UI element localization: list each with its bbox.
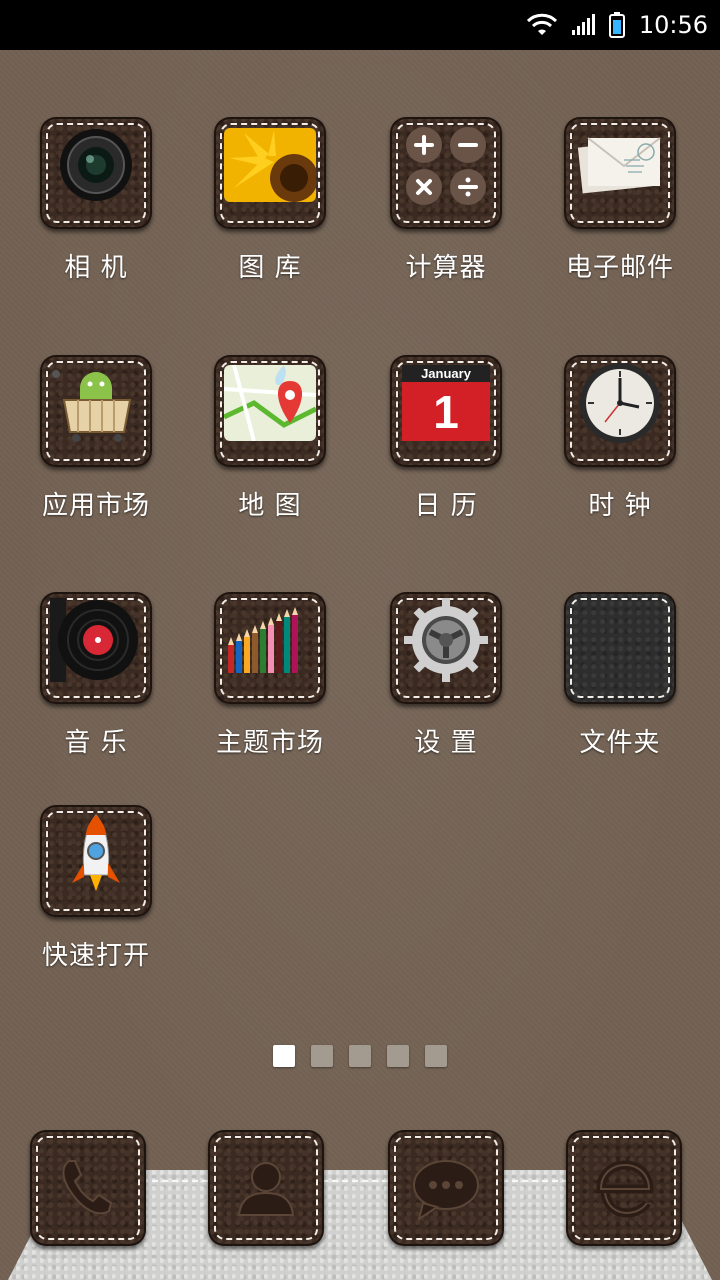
- settings-icon: [400, 598, 492, 682]
- phone-icon: [44, 1144, 132, 1232]
- calendar-day: 1: [402, 382, 490, 441]
- gallery-icon: [224, 127, 316, 203]
- page-dot-2[interactable]: [311, 1045, 333, 1067]
- dock-browser[interactable]: [566, 1130, 682, 1246]
- page-dot-4[interactable]: [387, 1045, 409, 1067]
- app-market[interactable]: 应用市场: [16, 355, 176, 535]
- calendar-tile[interactable]: January 1: [390, 355, 502, 467]
- app-camera[interactable]: 相 机: [16, 117, 176, 297]
- gallery-tile[interactable]: [214, 117, 326, 229]
- clock-tile[interactable]: [564, 355, 676, 467]
- app-label: 文件夹: [579, 728, 661, 758]
- music-icon: [50, 598, 142, 682]
- page-indicator: [0, 1045, 720, 1069]
- app-label: 快速打开: [41, 941, 150, 971]
- quick-open-tile[interactable]: [40, 805, 152, 917]
- email-icon: [574, 127, 666, 203]
- theme-market-tile[interactable]: [214, 592, 326, 704]
- email-tile[interactable]: [564, 117, 676, 229]
- contacts-icon: [222, 1144, 310, 1232]
- music-tile[interactable]: [40, 592, 152, 704]
- app-label: 相 机: [64, 253, 128, 283]
- phone-tile[interactable]: [30, 1130, 146, 1246]
- camera-tile[interactable]: [40, 117, 152, 229]
- page-dot-5[interactable]: [425, 1045, 447, 1067]
- calendar-icon: January 1: [400, 365, 492, 441]
- app-calculator[interactable]: 计算器: [366, 117, 526, 297]
- page-dot-3[interactable]: [349, 1045, 371, 1067]
- app-settings[interactable]: 设 置: [366, 592, 526, 772]
- dock-messages[interactable]: [388, 1130, 504, 1246]
- app-theme-market[interactable]: 主题市场: [190, 592, 350, 772]
- battery-icon: [608, 12, 625, 38]
- contacts-tile[interactable]: [208, 1130, 324, 1246]
- rocket-icon: [50, 814, 142, 891]
- map-icon: [224, 365, 316, 441]
- browser-icon: [580, 1144, 668, 1232]
- messages-icon: [402, 1144, 490, 1232]
- calculator-tile[interactable]: [390, 117, 502, 229]
- app-label: 设 置: [414, 728, 478, 758]
- app-label: 应用市场: [41, 491, 150, 521]
- dock-contacts[interactable]: [208, 1130, 324, 1246]
- app-quick-open[interactable]: 快速打开: [16, 805, 176, 985]
- folder-tile[interactable]: [564, 592, 676, 704]
- settings-tile[interactable]: [390, 592, 502, 704]
- folder-icon: [574, 602, 666, 678]
- app-label: 主题市场: [215, 728, 324, 758]
- clock-icon: [574, 363, 666, 443]
- app-label: 时 钟: [588, 491, 652, 521]
- app-market-tile[interactable]: [40, 355, 152, 467]
- app-market-icon: [50, 365, 142, 442]
- app-label: 日 历: [414, 491, 478, 521]
- app-clock[interactable]: 时 钟: [540, 355, 700, 535]
- app-label: 图 库: [238, 253, 302, 283]
- app-folder[interactable]: 文件夹: [540, 592, 700, 772]
- wifi-icon: [526, 13, 557, 37]
- map-tile[interactable]: [214, 355, 326, 467]
- app-map[interactable]: 地 图: [190, 355, 350, 535]
- calculator-icon: [400, 127, 492, 205]
- clock-time: 10:56: [638, 11, 708, 39]
- browser-tile[interactable]: [566, 1130, 682, 1246]
- camera-icon: [50, 127, 142, 203]
- signal-icon: [571, 14, 595, 36]
- app-label: 地 图: [238, 491, 302, 521]
- theme-market-icon: [224, 602, 316, 678]
- page-dot-1[interactable]: [273, 1045, 295, 1067]
- app-label: 音 乐: [64, 728, 128, 758]
- app-label: 电子邮件: [565, 253, 674, 283]
- app-music[interactable]: 音 乐: [16, 592, 176, 772]
- app-email[interactable]: 电子邮件: [540, 117, 700, 297]
- app-gallery[interactable]: 图 库: [190, 117, 350, 297]
- calendar-month: January: [402, 365, 490, 383]
- dock-phone[interactable]: [30, 1130, 146, 1246]
- app-calendar[interactable]: January 1 日 历: [366, 355, 526, 535]
- status-bar: 10:56: [0, 0, 720, 50]
- app-label: 计算器: [405, 253, 487, 283]
- messages-tile[interactable]: [388, 1130, 504, 1246]
